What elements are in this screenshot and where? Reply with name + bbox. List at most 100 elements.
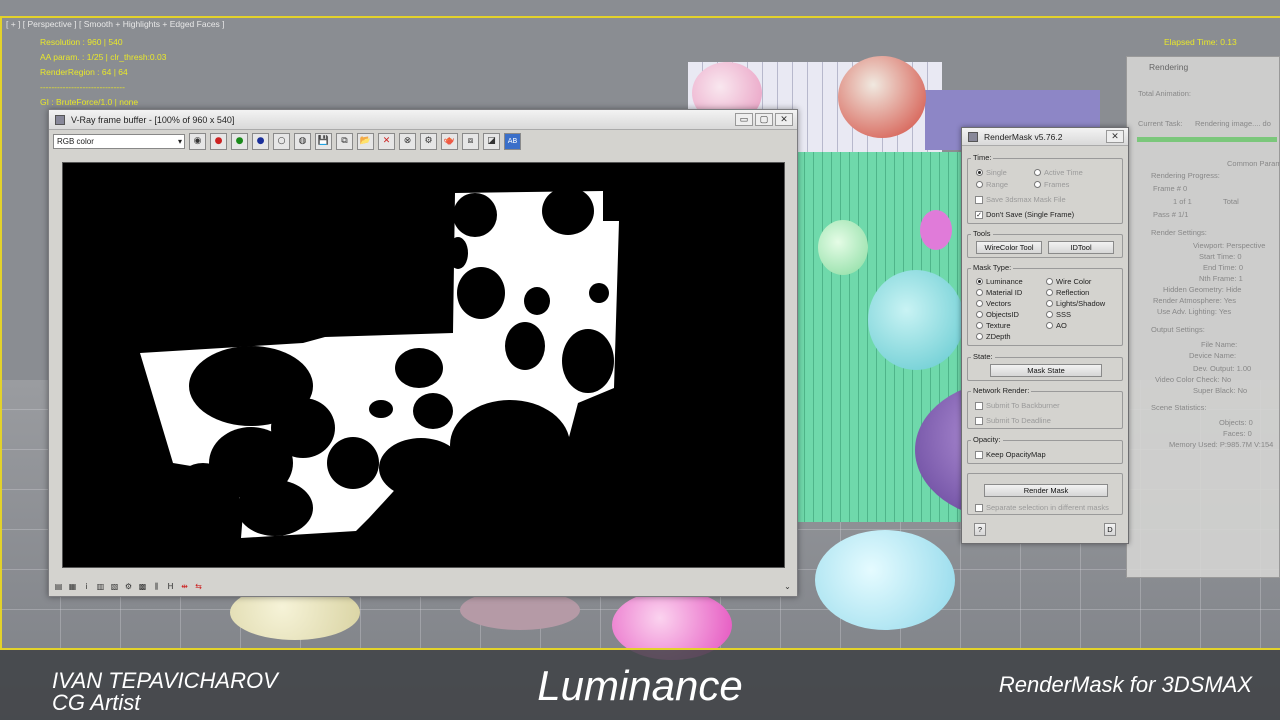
mask-state-button[interactable]: Mask State — [990, 364, 1102, 377]
output-super-black: Super Black: No — [1193, 386, 1248, 395]
setting-nth-frame: Nth Frame: 1 — [1199, 274, 1243, 283]
minimize-button[interactable]: ▭ — [735, 113, 753, 126]
dont-save-checkbox[interactable]: ✓ Don't Save (Single Frame) — [975, 210, 1074, 219]
overlay-gi: GI : BruteForce/1.0 | none — [40, 97, 139, 107]
mask-lights-shadow-option[interactable]: Lights/Shadow — [1046, 299, 1105, 308]
keep-opacitymap-checkbox[interactable]: Keep OpacityMap — [975, 450, 1046, 459]
submit-backburner-checkbox[interactable]: Submit To Backburner — [975, 401, 1060, 410]
info-icon[interactable]: i — [81, 581, 92, 592]
idtool-button[interactable]: IDTool — [1048, 241, 1114, 254]
region-render-icon[interactable]: ⚙ — [420, 132, 437, 150]
save-mask-checkbox[interactable]: Save 3dsmax Mask File — [975, 195, 1066, 204]
time-frames-option[interactable]: Frames — [1034, 180, 1069, 189]
state-label: State: — [971, 352, 995, 361]
setting-adv-lighting: Use Adv. Lighting: Yes — [1157, 307, 1232, 316]
mask-material-id-option[interactable]: Material ID — [976, 288, 1022, 297]
levels-icon[interactable]: ▥ — [95, 581, 106, 592]
opacity-label: Opacity: — [971, 435, 1003, 444]
time-active-option[interactable]: Active Time — [1034, 168, 1083, 177]
vray-frame-buffer-window[interactable]: V-Ray frame buffer - [100% of 960 x 540]… — [48, 109, 798, 597]
red-channel-icon[interactable]: ● — [210, 132, 227, 150]
frame-number: Frame # 0 — [1153, 184, 1188, 193]
rgb-channel-icon[interactable]: ◉ — [189, 132, 206, 150]
vfb-titlebar[interactable]: V-Ray frame buffer - [100% of 960 x 540]… — [49, 110, 797, 130]
close-button[interactable]: ✕ — [775, 113, 793, 126]
mask-luminance-option[interactable]: Luminance — [976, 277, 1023, 286]
mono-icon[interactable]: ◍ — [294, 132, 311, 150]
setting-viewport: Viewport: Perspective — [1193, 241, 1266, 250]
ab-compare-icon[interactable]: AB — [504, 132, 521, 150]
save-image-icon[interactable]: 💾 — [315, 132, 332, 150]
output-dev-output: Dev. Output: 1.00 — [1193, 364, 1252, 373]
scene-stats-label: Scene Statistics: — [1151, 403, 1207, 412]
setting-start-time: Start Time: 0 — [1199, 252, 1242, 261]
current-task-label: Current Task: — [1138, 119, 1183, 128]
d-button[interactable]: D — [1104, 523, 1116, 536]
rendermask-dialog[interactable]: RenderMask v5.76.2 ✕ Time: Single Active… — [961, 127, 1129, 544]
submit-deadline-checkbox[interactable]: Submit To Deadline — [975, 416, 1051, 425]
rendermask-titlebar[interactable]: RenderMask v5.76.2 ✕ — [962, 128, 1128, 146]
output-video-color: Video Color Check: No — [1155, 375, 1232, 384]
clear-image-icon[interactable]: ✕ — [378, 132, 395, 150]
track-mouse-icon[interactable]: ⊗ — [399, 132, 416, 150]
separate-selection-checkbox[interactable]: Separate selection in different masks — [975, 503, 1109, 512]
network-render-label: Network Render: — [971, 386, 1032, 395]
settings-icon[interactable]: ⚙ — [123, 581, 134, 592]
mask-objectsid-option[interactable]: ObjectsID — [976, 310, 1019, 319]
current-task-value: Rendering image.... do — [1195, 119, 1271, 128]
total-animation-label: Total Animation: — [1138, 89, 1191, 98]
vfb-title: V-Ray frame buffer - [100% of 960 x 540] — [71, 114, 235, 125]
mask-texture-option[interactable]: Texture — [976, 321, 1011, 330]
v-flip-icon[interactable]: ⇹ — [179, 581, 190, 592]
render-settings-label: Render Settings: — [1151, 228, 1207, 237]
rendermask-close-button[interactable]: ✕ — [1106, 130, 1124, 143]
srgb-icon[interactable]: ◪ — [483, 132, 500, 150]
frame-count: 1 of 1 — [1173, 197, 1192, 206]
vfb-statusbar: ▤ ▦ i ▥ ▧ ⚙ ▩ ⫼ H ⇹ ⇆ — [53, 581, 204, 592]
vfb-toolbar: RGB color ◉ ● ● ● ○ ◍ 💾 ⧉ 📂 ✕ ⊗ ⚙ 🫖 ⧈ ◪ … — [49, 130, 797, 152]
green-channel-icon[interactable]: ● — [231, 132, 248, 150]
alpha-channel-icon[interactable]: ○ — [273, 132, 290, 150]
luminance-mask-image — [140, 187, 643, 567]
elapsed-time: Elapsed Time: 0.13 — [1164, 37, 1237, 47]
mask-zdepth-option[interactable]: ZDepth — [976, 332, 1011, 341]
rendermask-title: RenderMask v5.76.2 — [984, 131, 1063, 142]
output-settings-label: Output Settings: — [1151, 325, 1205, 334]
blue-channel-icon[interactable]: ● — [252, 132, 269, 150]
h-flip-icon[interactable]: H — [165, 581, 176, 592]
render-mask-button[interactable]: Render Mask — [984, 484, 1108, 497]
compare-icon[interactable]: ⇆ — [193, 581, 204, 592]
display-correction-icon[interactable]: ⧈ — [462, 132, 479, 150]
help-button[interactable]: ? — [974, 523, 986, 536]
setting-hidden-geometry: Hidden Geometry: Hide — [1163, 285, 1242, 294]
mask-sss-option[interactable]: SSS — [1046, 310, 1071, 319]
save-all-icon[interactable]: ⧉ — [336, 132, 353, 150]
mask-wire-color-option[interactable]: Wire Color — [1046, 277, 1091, 286]
time-range-option[interactable]: Range — [976, 180, 1008, 189]
rendermask-app-icon — [968, 131, 978, 142]
stamp-icon[interactable]: ⫼ — [151, 581, 162, 592]
vray-app-icon — [55, 114, 65, 125]
common-params-header[interactable]: Common Param — [1227, 159, 1280, 168]
overlay-resolution: Resolution : 960 | 540 — [40, 37, 123, 47]
rendering-window[interactable]: Rendering Total Animation: Current Task:… — [1126, 56, 1280, 578]
rendering-window-title: Rendering — [1149, 62, 1189, 72]
time-single-option[interactable]: Single — [976, 168, 1007, 177]
curves-icon[interactable]: ▧ — [109, 581, 120, 592]
viewport-label[interactable]: [ + ] [ Perspective ] [ Smooth + Highlig… — [6, 19, 225, 29]
mask-reflection-option[interactable]: Reflection — [1046, 288, 1089, 297]
histogram-icon[interactable]: ▩ — [137, 581, 148, 592]
render-teapot-icon[interactable]: 🫖 — [441, 132, 458, 150]
maximize-button[interactable]: ▢ — [755, 113, 773, 126]
expand-icon[interactable]: ⌄ — [782, 581, 793, 592]
mask-ao-option[interactable]: AO — [1046, 321, 1067, 330]
lens-effects-icon[interactable]: ▦ — [67, 581, 78, 592]
channel-select[interactable]: RGB color — [53, 133, 185, 149]
scene-memory: Memory Used: P:985.7M V:154 — [1169, 440, 1274, 449]
rendered-image[interactable] — [62, 162, 785, 568]
mask-type-label: Mask Type: — [971, 263, 1014, 272]
mask-vectors-option[interactable]: Vectors — [976, 299, 1011, 308]
history-icon[interactable]: ▤ — [53, 581, 64, 592]
load-image-icon[interactable]: 📂 — [357, 132, 374, 150]
wirecolor-tool-button[interactable]: WireColor Tool — [976, 241, 1042, 254]
